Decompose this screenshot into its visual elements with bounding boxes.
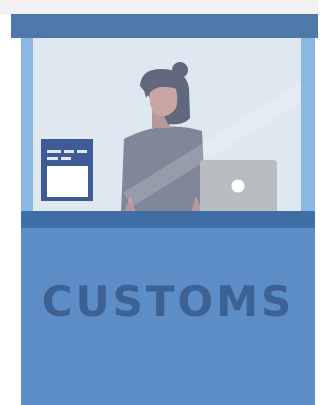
- customs-booth-illustration: CUSTOMS: [0, 0, 318, 405]
- booth-svg: [11, 14, 318, 405]
- left-frame: [21, 38, 33, 214]
- counter-top: [21, 211, 315, 228]
- notice-board-icon: [41, 139, 93, 201]
- customs-sign-label: CUSTOMS: [41, 277, 295, 326]
- booth-roof: [11, 14, 318, 38]
- laptop-icon: [200, 160, 277, 214]
- right-frame: [301, 38, 315, 214]
